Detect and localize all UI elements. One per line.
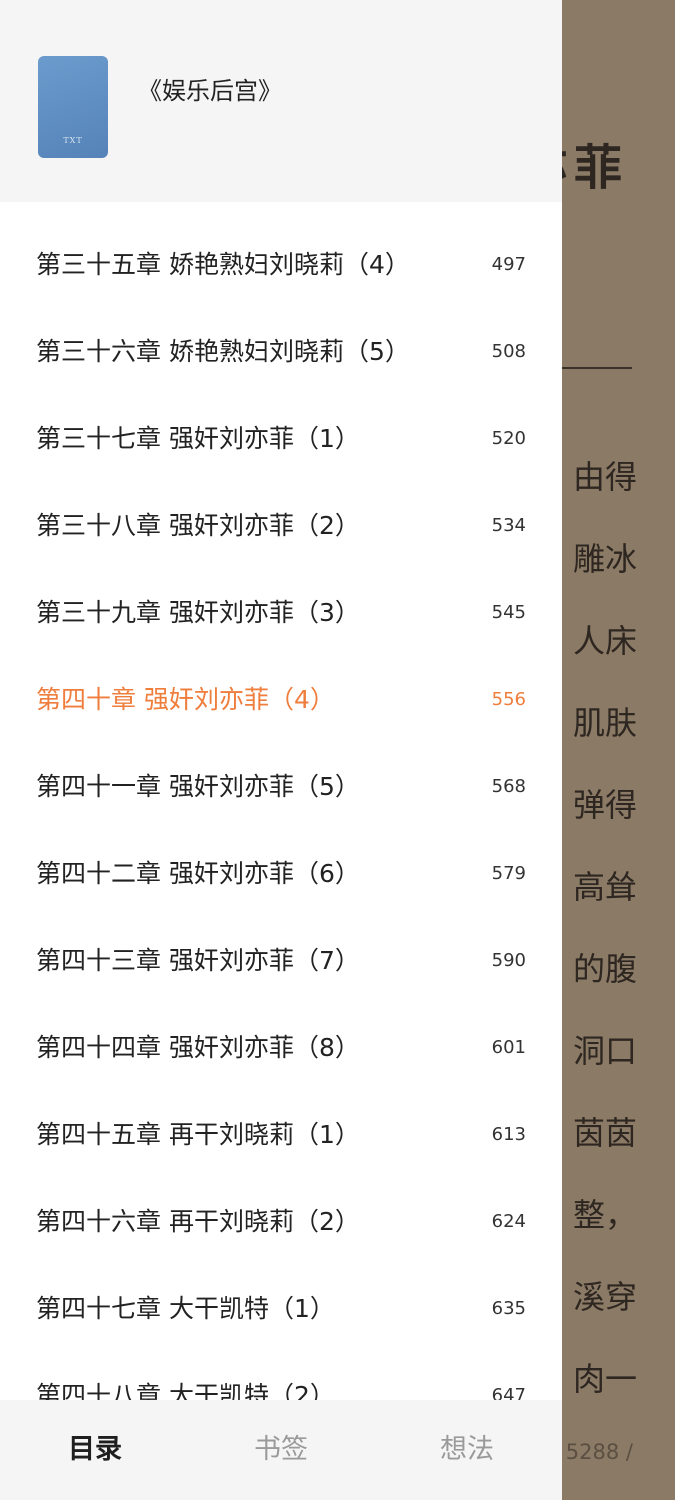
chapter-item[interactable]: 第四十五章 再干刘晓莉（1） 613 xyxy=(0,1091,562,1178)
chapter-title: 第四十章 强奸刘亦菲（4） xyxy=(36,685,335,714)
chapter-page-number: 520 xyxy=(491,428,526,449)
chapter-page-number: 497 xyxy=(491,254,526,275)
chapter-list[interactable]: 第三十五章 娇艳熟妇刘晓莉（4） 497 第三十六章 娇艳熟妇刘晓莉（5） 508 第三… xyxy=(0,202,562,1400)
chapter-item[interactable]: 第四十六章 再干刘晓莉（2） 624 xyxy=(0,1178,562,1265)
chapter-page-number: 579 xyxy=(491,863,526,884)
chapter-title: 第四十四章 强奸刘亦菲（8） xyxy=(36,1033,360,1062)
chapter-page-number: 601 xyxy=(491,1037,526,1058)
chapter-item[interactable]: 第四十七章 大干凯特（1） 635 xyxy=(0,1265,562,1352)
chapter-item[interactable]: 第三十八章 强奸刘亦菲（2） 534 xyxy=(0,482,562,569)
chapter-item[interactable]: 第三十五章 娇艳熟妇刘晓莉（4） 497 xyxy=(0,221,562,308)
chapter-page-number: 508 xyxy=(491,341,526,362)
chapter-item[interactable]: 第四十四章 强奸刘亦菲（8） 601 xyxy=(0,1004,562,1091)
chapter-title: 第四十二章 强奸刘亦菲（6） xyxy=(36,859,360,888)
chapter-title: 第四十三章 强奸刘亦菲（7） xyxy=(36,946,360,975)
chapter-item[interactable]: 第三十九章 强奸刘亦菲（3） 545 xyxy=(0,569,562,656)
chapter-page-number: 545 xyxy=(491,602,526,623)
tab-notes[interactable]: 想法 xyxy=(402,1400,532,1500)
chapter-title: 第三十五章 娇艳熟妇刘晓莉（4） xyxy=(36,250,410,279)
book-cover-label: TXT xyxy=(63,136,83,145)
book-title: 《娱乐后宫》 xyxy=(138,77,282,105)
chapter-item[interactable]: 第四十八章 大干凯特（2） 647 xyxy=(0,1352,562,1400)
book-cover: TXT xyxy=(38,56,108,158)
chapter-item[interactable]: 第三十七章 强奸刘亦菲（1） 520 xyxy=(0,395,562,482)
tab-bookmarks[interactable]: 书签 xyxy=(216,1400,346,1500)
chapter-item[interactable]: 第四十二章 强奸刘亦菲（6） 579 xyxy=(0,830,562,917)
chapter-page-number: 534 xyxy=(491,515,526,536)
chapter-title: 第三十六章 娇艳熟妇刘晓莉（5） xyxy=(36,337,410,366)
chapter-item[interactable]: 第四十一章 强奸刘亦菲（5） 568 xyxy=(0,743,562,830)
chapter-title: 第四十五章 再干刘晓莉（1） xyxy=(36,1120,360,1149)
chapter-page-number: 635 xyxy=(491,1298,526,1319)
chapter-title: 第三十七章 强奸刘亦菲（1） xyxy=(36,424,360,453)
tab-contents[interactable]: 目录 xyxy=(30,1400,160,1500)
chapter-page-number: 568 xyxy=(491,776,526,797)
chapter-page-number: 613 xyxy=(491,1124,526,1145)
reader-title-divider xyxy=(562,367,632,369)
chapter-title: 第三十八章 强奸刘亦菲（2） xyxy=(36,511,360,540)
chapter-title: 第四十六章 再干刘晓莉（2） xyxy=(36,1207,360,1236)
chapter-item-current[interactable]: 第四十章 强奸刘亦菲（4） 556 xyxy=(0,656,562,743)
chapter-title: 第三十九章 强奸刘亦菲（3） xyxy=(36,598,360,627)
chapter-page-number: 624 xyxy=(491,1211,526,1232)
chapter-item[interactable]: 第三十六章 娇艳熟妇刘晓莉（5） 508 xyxy=(0,308,562,395)
tab-bar: 目录 书签 想法 xyxy=(0,1400,562,1500)
chapter-page-number: 556 xyxy=(491,689,526,710)
chapter-page-number: 590 xyxy=(491,950,526,971)
toc-drawer: TXT 《娱乐后宫》 第三十五章 娇艳熟妇刘晓莉（4） 497 第三十六章 娇艳熟妇… xyxy=(0,0,562,1500)
drawer-header: TXT 《娱乐后宫》 xyxy=(0,0,562,202)
chapter-title: 第四十七章 大干凯特（1） xyxy=(36,1294,335,1323)
chapter-title: 第四十八章 大干凯特（2） xyxy=(36,1381,335,1400)
chapter-item[interactable]: 第四十三章 强奸刘亦菲（7） 590 xyxy=(0,917,562,1004)
chapter-page-number: 647 xyxy=(491,1385,526,1400)
chapter-title: 第四十一章 强奸刘亦菲（5） xyxy=(36,772,360,801)
